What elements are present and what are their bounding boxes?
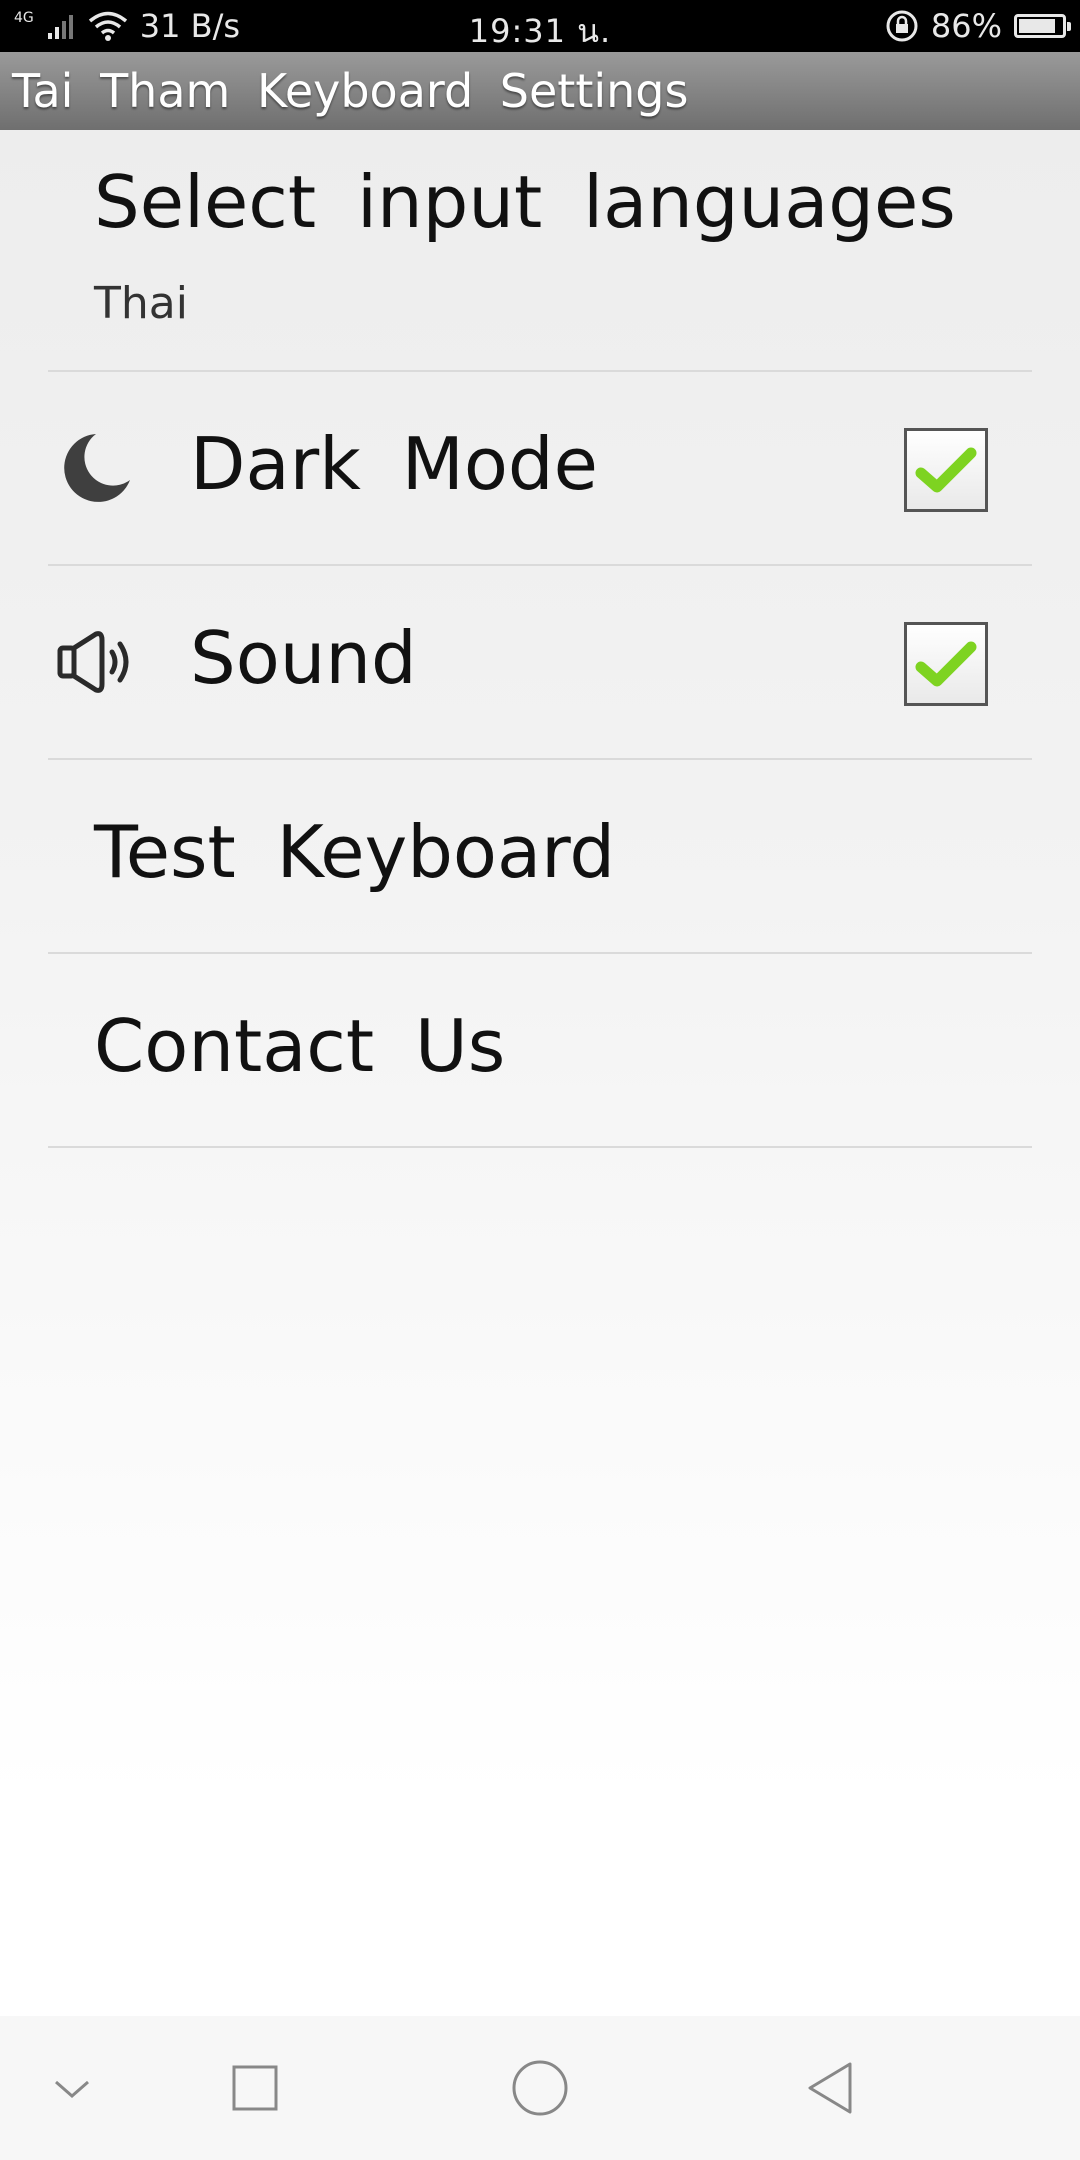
- rotation-lock-icon: [886, 10, 918, 42]
- settings-list: Select input languages Thai Dark Mode So…: [0, 130, 1080, 1148]
- setting-input-languages-title: Select input languages: [94, 160, 956, 244]
- setting-input-languages-summary: Thai: [94, 278, 188, 329]
- setting-sound-title: Sound: [190, 616, 417, 700]
- setting-sound[interactable]: Sound: [0, 566, 1080, 760]
- setting-contact-us[interactable]: Contact Us: [0, 954, 1080, 1148]
- status-bar: 4G 31 B/s 19:31 น. 86%: [0, 0, 1080, 52]
- back-button[interactable]: [790, 2048, 870, 2128]
- moon-icon: [64, 434, 130, 502]
- setting-dark-mode-title: Dark Mode: [190, 422, 598, 506]
- setting-test-keyboard-title: Test Keyboard: [94, 810, 616, 894]
- divider: [48, 1146, 1032, 1148]
- setting-dark-mode[interactable]: Dark Mode: [0, 372, 1080, 566]
- collapse-button[interactable]: [32, 2048, 112, 2128]
- home-button[interactable]: [500, 2048, 580, 2128]
- title-bar: Tai Tham Keyboard Settings: [0, 52, 1080, 130]
- dark-mode-checkbox[interactable]: [904, 428, 988, 512]
- setting-test-keyboard[interactable]: Test Keyboard: [0, 760, 1080, 954]
- check-icon: [915, 447, 977, 493]
- recents-button[interactable]: [215, 2048, 295, 2128]
- back-icon: [808, 2062, 852, 2114]
- home-icon: [512, 2060, 568, 2116]
- chevron-down-icon: [55, 2080, 89, 2098]
- sound-checkbox[interactable]: [904, 622, 988, 706]
- page-title: Tai Tham Keyboard Settings: [12, 64, 689, 118]
- recents-icon: [232, 2065, 278, 2111]
- check-icon: [915, 641, 977, 687]
- speaker-icon: [57, 631, 129, 693]
- navigation-bar: [0, 2016, 1080, 2160]
- battery-icon: [1014, 14, 1071, 38]
- battery-percent: 86%: [930, 7, 1002, 45]
- setting-input-languages[interactable]: Select input languages Thai: [0, 130, 1080, 372]
- setting-contact-us-title: Contact Us: [94, 1004, 506, 1088]
